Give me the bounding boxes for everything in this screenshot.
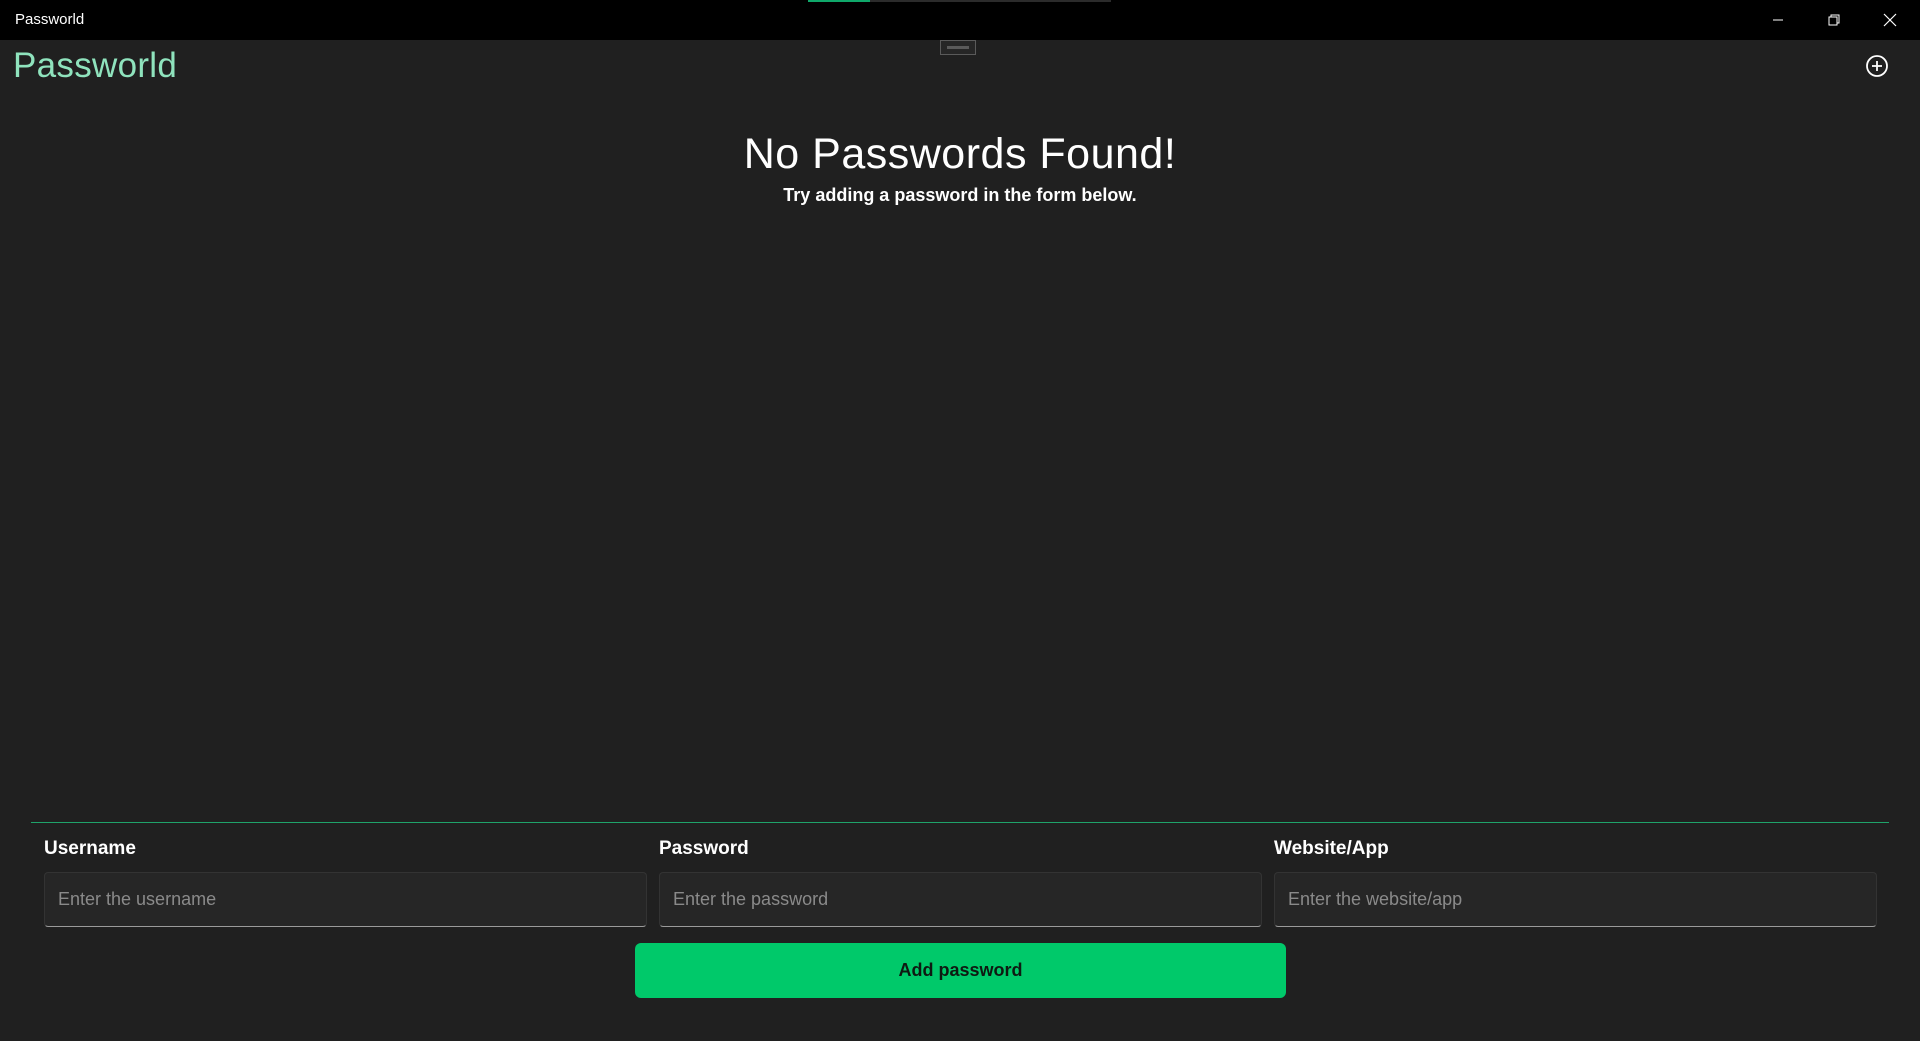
window-title: Passworld [15,11,85,28]
close-button[interactable] [1862,0,1918,40]
close-icon [1883,13,1897,27]
minimize-icon [1773,19,1783,21]
password-field-group: Password [659,838,1262,927]
website-field-group: Website/App [1274,838,1877,927]
plus-circle-icon[interactable] [1864,53,1890,79]
add-password-button[interactable]: Add password [635,943,1286,998]
empty-state-title: No Passwords Found! [743,130,1177,178]
minimize-button[interactable] [1750,0,1806,40]
form-divider [31,822,1889,823]
username-field-group: Username [44,838,647,927]
empty-state-subtitle: Try adding a password in the form below. [783,185,1137,205]
drag-handle-icon[interactable] [940,40,976,55]
restore-icon [1828,14,1840,26]
drag-indicator-active [808,0,870,2]
empty-state: No Passwords Found! Try adding a passwor… [0,130,1920,206]
titlebar-drag-indicator [808,0,1111,2]
password-label: Password [659,838,749,859]
app-logo: Passworld [13,46,178,85]
password-input[interactable] [659,872,1262,927]
website-input[interactable] [1274,872,1877,927]
app-header: Passworld [0,40,1920,90]
restore-button[interactable] [1806,0,1862,40]
window-titlebar: Passworld [0,0,1920,40]
website-label: Website/App [1274,838,1389,859]
drag-handle-bar [947,46,969,49]
username-input[interactable] [44,872,647,927]
username-label: Username [44,838,136,859]
